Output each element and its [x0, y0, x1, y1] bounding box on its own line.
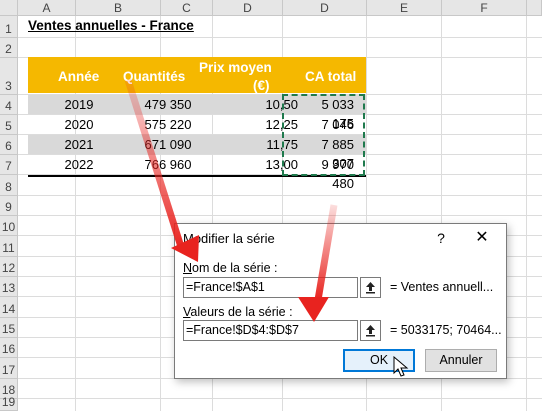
- row-header-7[interactable]: 7: [0, 155, 18, 175]
- row-header-6[interactable]: 6: [0, 135, 18, 155]
- row-header-15[interactable]: 15: [0, 318, 18, 338]
- row-header-13[interactable]: 13: [0, 277, 18, 297]
- series-values-label: Valeurs de la série :: [183, 305, 293, 319]
- cell-annee[interactable]: 2019: [28, 95, 130, 114]
- header-quantites[interactable]: Quantités: [123, 69, 185, 84]
- header-annee[interactable]: Année: [58, 69, 99, 84]
- gridline: [18, 398, 542, 399]
- row-header-17[interactable]: 17: [0, 358, 18, 379]
- help-button[interactable]: ?: [430, 227, 452, 249]
- cell-quantites[interactable]: 766 960: [130, 155, 206, 174]
- sheet-title[interactable]: Ventes annuelles - France: [28, 18, 194, 33]
- header-prix-line1[interactable]: Prix moyen: [199, 60, 272, 75]
- series-values-preview: = 5033175; 70464...: [390, 323, 502, 337]
- header-prix-line2[interactable]: (€): [253, 78, 270, 93]
- column-header-f[interactable]: F: [442, 0, 527, 16]
- series-values-input[interactable]: =France!$D$4:$D$7: [183, 320, 358, 341]
- cell-annee[interactable]: 2021: [28, 135, 130, 154]
- cancel-button[interactable]: Annuler: [425, 349, 497, 372]
- column-header-a[interactable]: A: [18, 0, 76, 16]
- column-header-d[interactable]: D: [283, 0, 367, 16]
- row-header-11[interactable]: 11: [0, 236, 18, 257]
- gridline: [18, 37, 542, 38]
- header-ca-total[interactable]: CA total: [305, 69, 356, 84]
- row-header-14[interactable]: 14: [0, 297, 18, 318]
- cell-quantites[interactable]: 671 090: [130, 135, 206, 154]
- series-values-label-text: aleurs de la série :: [190, 305, 293, 319]
- gridline: [526, 16, 527, 411]
- row-header-9[interactable]: 9: [0, 196, 18, 216]
- row-header-16[interactable]: 16: [0, 338, 18, 358]
- gridline: [18, 215, 542, 216]
- row-header-5[interactable]: 5: [0, 115, 18, 135]
- column-header-d[interactable]: D: [213, 0, 283, 16]
- row-header-19[interactable]: 19: [0, 395, 18, 411]
- column-header-c[interactable]: C: [161, 0, 213, 16]
- row-header-2[interactable]: 2: [0, 38, 18, 58]
- cell-quantites[interactable]: 575 220: [130, 115, 206, 134]
- column-header-g[interactable]: [527, 0, 542, 16]
- series-name-preview: = Ventes annuell...: [390, 280, 494, 294]
- collapse-dialog-icon: [366, 282, 375, 294]
- series-name-collapse-button[interactable]: [360, 277, 381, 298]
- row-header-8[interactable]: 8: [0, 175, 18, 196]
- series-values-collapse-button[interactable]: [360, 320, 381, 341]
- cell-quantites[interactable]: 479 350: [130, 95, 206, 114]
- series-name-label: Nom de la série :: [183, 261, 278, 275]
- close-button[interactable]: ✕: [470, 227, 494, 249]
- column-header-e[interactable]: E: [367, 0, 442, 16]
- cell-annee[interactable]: 2022: [28, 155, 130, 174]
- select-all-corner[interactable]: [0, 0, 18, 16]
- row-header-10[interactable]: 10: [0, 216, 18, 236]
- row-header-1[interactable]: 1: [0, 16, 18, 38]
- gridline: [18, 195, 542, 196]
- selection-marquee: [282, 94, 365, 176]
- row-header-3[interactable]: 3: [0, 58, 18, 95]
- dialog-title: Modifier la série: [183, 231, 275, 246]
- cell-annee[interactable]: 2020: [28, 115, 130, 134]
- column-header-b[interactable]: B: [76, 0, 161, 16]
- edit-series-dialog: Modifier la série ? ✕ Nom de la série : …: [174, 223, 507, 379]
- collapse-dialog-icon: [366, 325, 375, 337]
- series-name-input[interactable]: =France!$A$1: [183, 277, 358, 298]
- series-name-label-text: om de la série :: [192, 261, 278, 275]
- mouse-cursor-icon: [393, 356, 409, 377]
- row-header-4[interactable]: 4: [0, 95, 18, 115]
- row-header-12[interactable]: 12: [0, 257, 18, 277]
- series-name-label-accesskey: N: [183, 261, 193, 275]
